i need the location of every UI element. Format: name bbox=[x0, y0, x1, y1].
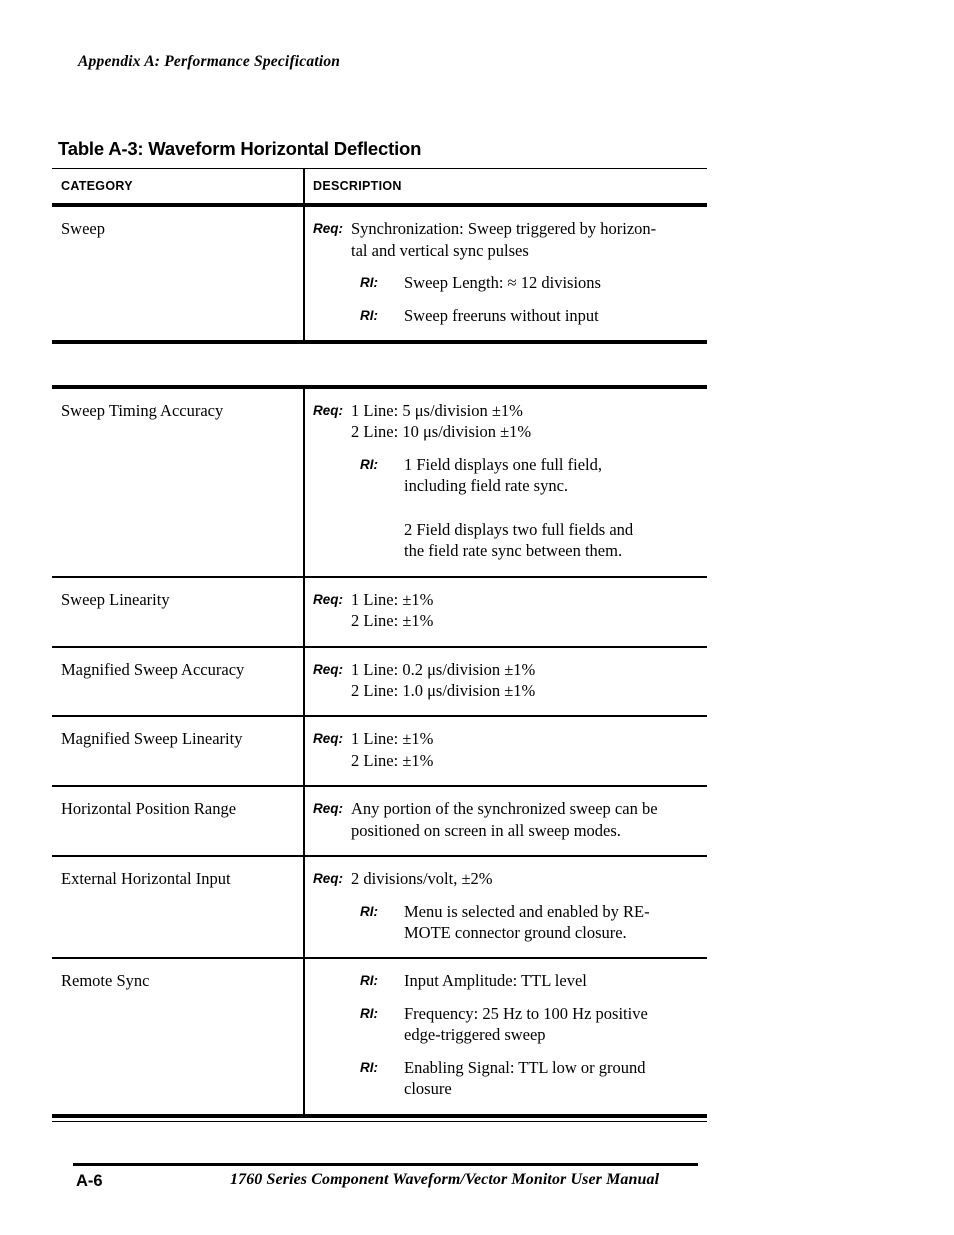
footer-manual-title: 1760 Series Component Waveform/Vector Mo… bbox=[230, 1171, 660, 1188]
spec-text: Enabling Signal: TTL low or ground closu… bbox=[404, 1057, 646, 1099]
ri-label: RI: bbox=[360, 973, 378, 989]
spec-entry: RI: Menu is selected and enabled by RE- M… bbox=[313, 901, 703, 944]
spec-entry: Req: Synchronization: Sweep triggered by … bbox=[313, 218, 703, 261]
ri-label: RI: bbox=[360, 456, 378, 472]
requirement-label: Req: bbox=[313, 801, 343, 817]
spec-text: Synchronization: Sweep triggered by hori… bbox=[351, 219, 657, 260]
table-spacer-row bbox=[52, 344, 707, 385]
cell-category: Remote Sync bbox=[61, 971, 150, 991]
ri-label: RI: bbox=[360, 903, 378, 919]
spec-entry: RI: Input Amplitude: TTL level bbox=[313, 970, 703, 991]
table-header-row: CATEGORY DESCRIPTION bbox=[52, 169, 707, 204]
cell-category: Sweep Timing Accuracy bbox=[61, 401, 224, 420]
spec-text: 1 Line: 0.2 μs/division ±1% 2 Line: 1.0 … bbox=[351, 659, 536, 700]
spec-text: Sweep freeruns without input bbox=[404, 305, 599, 325]
table-body: Sweep Req: Synchronization: Sweep triggere… bbox=[52, 207, 707, 1114]
requirement-label: Req: bbox=[313, 661, 343, 677]
cell-description: Req: 1 Line: 5 μs/division ±1% 2 Line: 10… bbox=[303, 389, 707, 576]
spec-entry: RI: Enabling Signal: TTL low or ground cl… bbox=[313, 1057, 703, 1100]
column-header-description: DESCRIPTION bbox=[313, 179, 402, 193]
cell-description: Req: 1 Line: ±1% 2 Line: ±1% bbox=[303, 578, 707, 646]
cell-category: Sweep Linearity bbox=[61, 589, 170, 609]
cell-category: External Horizontal Input bbox=[61, 869, 231, 889]
table-row: Sweep Timing Accuracy Req: 1 Line: 5 μs/di… bbox=[52, 389, 707, 576]
cell-category: Magnified Sweep Accuracy bbox=[61, 659, 245, 679]
spec-entry: RI: Sweep Length: ≈ 12 divisions bbox=[313, 272, 703, 293]
requirement-label: Req: bbox=[313, 731, 343, 747]
spec-entry: Req: Any portion of the synchronized swee… bbox=[313, 798, 703, 841]
spec-text: 1 Field displays one full field, includi… bbox=[404, 454, 602, 496]
footer-page-number: A-6 bbox=[76, 1172, 103, 1190]
spec-entry: RI: 1 Field displays one full field, incl… bbox=[313, 454, 703, 497]
spec-entry: Req: 1 Line: ±1% 2 Line: ±1% bbox=[313, 728, 703, 771]
spec-entry: Req: 1 Line: 0.2 μs/division ±1% 2 Line: … bbox=[313, 659, 703, 702]
spec-text: Any portion of the synchronized sweep ca… bbox=[351, 799, 658, 840]
cell-category: Magnified Sweep Linearity bbox=[61, 729, 243, 749]
spec-entry: RI: Sweep freeruns without input bbox=[313, 305, 703, 326]
spec-entry: 2 Field displays two full fields and the… bbox=[313, 519, 703, 562]
requirement-label: Req: bbox=[313, 871, 343, 887]
ri-label: RI: bbox=[360, 1005, 378, 1021]
cell-description: Req: Synchronization: Sweep triggered by … bbox=[303, 207, 707, 340]
spec-entry: RI: Frequency: 25 Hz to 100 Hz positive e… bbox=[313, 1003, 703, 1046]
spec-text: 1 Line: 5 μs/division ±1% 2 Line: 10 μs/… bbox=[351, 401, 532, 442]
specification-table: CATEGORY DESCRIPTION Sweep Req: Synchroniz… bbox=[52, 168, 707, 1122]
table-row: Sweep Linearity Req: 1 Line: ±1% 2 Line: ±… bbox=[52, 577, 707, 646]
table-bottom-rule-thin bbox=[52, 1120, 707, 1122]
ri-label: RI: bbox=[360, 275, 378, 291]
spec-text: Frequency: 25 Hz to 100 Hz positive edge… bbox=[404, 1003, 648, 1045]
cell-description: Req: Any portion of the synchronized swee… bbox=[303, 787, 707, 855]
spec-text: 1 Line: ±1% 2 Line: ±1% bbox=[351, 589, 434, 631]
table-row: Remote Sync RI: Input Amplitude: TTL level… bbox=[52, 959, 707, 1114]
table-row: External Horizontal Input Req: 2 divisions… bbox=[52, 857, 707, 958]
spec-text: 2 Field displays two full fields and the… bbox=[404, 519, 634, 561]
spec-text: Input Amplitude: TTL level bbox=[404, 971, 587, 991]
spec-text: 2 divisions/volt, ±2% bbox=[351, 869, 493, 889]
ri-label: RI: bbox=[360, 307, 378, 323]
footer-rule bbox=[73, 1163, 698, 1166]
table-title: Table A-3: Waveform Horizontal Deflectio… bbox=[58, 138, 422, 159]
spec-text: Sweep Length: ≈ 12 divisions bbox=[404, 273, 601, 293]
column-header-category: CATEGORY bbox=[61, 179, 133, 193]
table-row: Magnified Sweep Linearity Req: 1 Line: ±1%… bbox=[52, 717, 707, 786]
document-page: Appendix A: Performance Specification Ta… bbox=[0, 0, 954, 1235]
requirement-label: Req: bbox=[313, 221, 343, 237]
cell-category: Sweep bbox=[61, 219, 105, 239]
requirement-label: Req: bbox=[313, 591, 343, 607]
spec-entry: Req: 1 Line: ±1% 2 Line: ±1% bbox=[313, 589, 703, 632]
cell-description: Req: 1 Line: ±1% 2 Line: ±1% bbox=[303, 717, 707, 785]
running-head: Appendix A: Performance Specification bbox=[78, 53, 341, 70]
spec-entry: Req: 1 Line: 5 μs/division ±1% 2 Line: 10… bbox=[313, 400, 703, 443]
table-row: Sweep Req: Synchronization: Sweep triggere… bbox=[52, 207, 707, 340]
spec-text: Menu is selected and enabled by RE- MOTE… bbox=[404, 901, 650, 942]
table-row: Magnified Sweep Accuracy Req: 1 Line: 0.2 … bbox=[52, 647, 707, 716]
table-row: Horizontal Position Range Req: Any portion… bbox=[52, 787, 707, 856]
requirement-label: Req: bbox=[313, 403, 343, 418]
ri-label: RI: bbox=[360, 1059, 378, 1075]
cell-category: Horizontal Position Range bbox=[61, 799, 237, 819]
cell-description: RI: Input Amplitude: TTL level RI: Frequenc… bbox=[303, 959, 707, 1113]
spec-entry: Req: 2 divisions/volt, ±2% bbox=[313, 868, 703, 889]
cell-description: Req: 2 divisions/volt, ±2% RI: Menu is sele… bbox=[303, 857, 707, 957]
cell-description: Req: 1 Line: 0.2 μs/division ±1% 2 Line: … bbox=[303, 648, 707, 716]
spec-text: 1 Line: ±1% 2 Line: ±1% bbox=[351, 729, 434, 770]
